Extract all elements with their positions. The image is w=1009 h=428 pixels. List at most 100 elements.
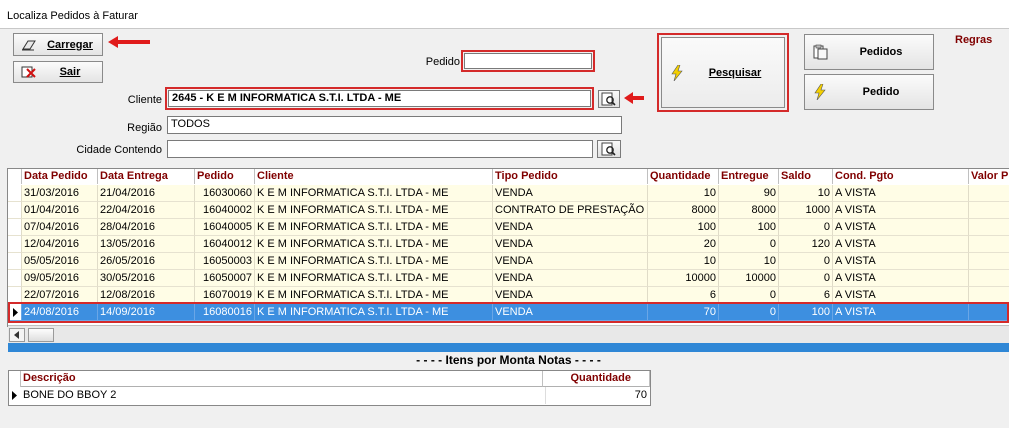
pesquisar-button[interactable]: Pesquisar [661, 37, 785, 108]
cidade-input[interactable] [167, 140, 593, 158]
table-row[interactable]: 31/03/2016 21/04/2016 16030060 K E M INFORM… [8, 185, 1009, 202]
col-valor[interactable]: Valor P [969, 169, 1009, 184]
cell-data-entrega[interactable]: 28/04/2016 [98, 219, 195, 236]
sair-button[interactable]: Sair [13, 61, 103, 83]
cell-pedido[interactable]: 16040002 [195, 202, 255, 219]
col-data-pedido[interactable]: Data Pedido [22, 169, 98, 184]
carregar-button[interactable]: Carregar [13, 33, 103, 56]
cell-cond-pgto[interactable]: A VISTA [833, 270, 969, 287]
cell-quantidade[interactable]: 10000 [648, 270, 719, 287]
cell-tipo-pedido[interactable]: VENDA [493, 287, 648, 304]
item-quantidade-cell[interactable]: 70 [543, 387, 647, 404]
cell-saldo[interactable]: 10 [779, 185, 833, 202]
cell-quantidade[interactable]: 70 [648, 304, 719, 321]
cell-valor[interactable] [969, 185, 1009, 202]
cell-entregue[interactable]: 0 [719, 287, 779, 304]
cell-pedido[interactable]: 16050003 [195, 253, 255, 270]
cell-data-entrega[interactable]: 30/05/2016 [98, 270, 195, 287]
regiao-input[interactable]: TODOS [167, 116, 622, 134]
cell-entregue[interactable]: 8000 [719, 202, 779, 219]
cell-quantidade[interactable]: 6 [648, 287, 719, 304]
cell-data-pedido[interactable]: 12/04/2016 [22, 236, 98, 253]
cell-entregue[interactable]: 90 [719, 185, 779, 202]
cell-cliente[interactable]: K E M INFORMATICA S.T.I. LTDA - ME [255, 304, 493, 321]
cell-data-pedido[interactable]: 09/05/2016 [22, 270, 98, 287]
cell-tipo-pedido[interactable]: VENDA [493, 236, 648, 253]
cell-valor[interactable] [969, 287, 1009, 304]
cell-tipo-pedido[interactable]: VENDA [493, 253, 648, 270]
item-descricao-cell[interactable]: BONE DO BBOY 2 [21, 387, 546, 404]
cell-cliente[interactable]: K E M INFORMATICA S.T.I. LTDA - ME [255, 219, 493, 236]
cell-cond-pgto[interactable]: A VISTA [833, 304, 969, 321]
table-row[interactable]: 12/04/2016 13/05/2016 16040012 K E M INFORM… [8, 236, 1009, 253]
cell-cliente[interactable]: K E M INFORMATICA S.T.I. LTDA - ME [255, 253, 493, 270]
cell-pedido[interactable]: 16080016 [195, 304, 255, 321]
cliente-search-button[interactable] [598, 90, 620, 108]
pedido-button[interactable]: Pedido [804, 74, 934, 110]
cell-cond-pgto[interactable]: A VISTA [833, 287, 969, 304]
pedido-input[interactable] [464, 53, 592, 69]
cidade-search-button[interactable] [597, 140, 621, 158]
cell-pedido[interactable]: 16050007 [195, 270, 255, 287]
scroll-left-button[interactable] [9, 328, 25, 342]
col-tipo-pedido[interactable]: Tipo Pedido [493, 169, 648, 184]
col-item-quantidade[interactable]: Quantidade [543, 371, 650, 387]
pedidos-button[interactable]: Pedidos [804, 34, 934, 70]
cell-data-pedido[interactable]: 22/07/2016 [22, 287, 98, 304]
cell-saldo[interactable]: 0 [779, 270, 833, 287]
cell-data-entrega[interactable]: 21/04/2016 [98, 185, 195, 202]
cell-cond-pgto[interactable]: A VISTA [833, 236, 969, 253]
scroll-thumb[interactable] [28, 328, 54, 342]
cell-data-pedido[interactable]: 01/04/2016 [22, 202, 98, 219]
cell-tipo-pedido[interactable]: VENDA [493, 219, 648, 236]
cell-tipo-pedido[interactable]: VENDA [493, 185, 648, 202]
col-pedido[interactable]: Pedido [195, 169, 255, 184]
cell-cond-pgto[interactable]: A VISTA [833, 219, 969, 236]
cell-cliente[interactable]: K E M INFORMATICA S.T.I. LTDA - ME [255, 236, 493, 253]
cell-cliente[interactable]: K E M INFORMATICA S.T.I. LTDA - ME [255, 287, 493, 304]
cell-pedido[interactable]: 16040012 [195, 236, 255, 253]
cell-data-pedido[interactable]: 07/04/2016 [22, 219, 98, 236]
cell-data-entrega[interactable]: 13/05/2016 [98, 236, 195, 253]
cell-data-entrega[interactable]: 12/08/2016 [98, 287, 195, 304]
cell-tipo-pedido[interactable]: VENDA [493, 304, 648, 321]
cell-quantidade[interactable]: 10 [648, 185, 719, 202]
splitter-bar[interactable] [8, 343, 1009, 352]
col-cond-pgto[interactable]: Cond. Pgto [833, 169, 969, 184]
col-descricao[interactable]: Descrição [21, 371, 543, 387]
cell-saldo[interactable]: 1000 [779, 202, 833, 219]
cell-saldo[interactable]: 6 [779, 287, 833, 304]
col-data-entrega[interactable]: Data Entrega [98, 169, 195, 184]
table-row[interactable]: 22/07/2016 12/08/2016 16070019 K E M INFORM… [8, 287, 1009, 304]
cell-entregue[interactable]: 100 [719, 219, 779, 236]
cell-entregue[interactable]: 0 [719, 304, 779, 321]
cell-valor[interactable] [969, 253, 1009, 270]
col-saldo[interactable]: Saldo [779, 169, 833, 184]
cell-entregue[interactable]: 10 [719, 253, 779, 270]
cell-entregue[interactable]: 0 [719, 236, 779, 253]
table-row[interactable]: 05/05/2016 26/05/2016 16050003 K E M INFORM… [8, 253, 1009, 270]
cell-quantidade[interactable]: 8000 [648, 202, 719, 219]
cell-saldo[interactable]: 100 [779, 304, 833, 321]
regras-link[interactable]: Regras [955, 34, 992, 46]
cell-valor[interactable] [969, 236, 1009, 253]
cell-quantidade[interactable]: 100 [648, 219, 719, 236]
table-row[interactable]: 07/04/2016 28/04/2016 16040005 K E M INFORM… [8, 219, 1009, 236]
cell-cond-pgto[interactable]: A VISTA [833, 202, 969, 219]
cell-pedido[interactable]: 16030060 [195, 185, 255, 202]
cell-valor[interactable] [969, 304, 1009, 321]
cell-entregue[interactable]: 10000 [719, 270, 779, 287]
table-row[interactable]: 09/05/2016 30/05/2016 16050007 K E M INFORM… [8, 270, 1009, 287]
cell-pedido[interactable]: 16070019 [195, 287, 255, 304]
cell-valor[interactable] [969, 202, 1009, 219]
cell-valor[interactable] [969, 219, 1009, 236]
col-quantidade[interactable]: Quantidade [648, 169, 719, 184]
cell-cond-pgto[interactable]: A VISTA [833, 185, 969, 202]
cell-cliente[interactable]: K E M INFORMATICA S.T.I. LTDA - ME [255, 185, 493, 202]
orders-hscrollbar[interactable] [8, 325, 1009, 343]
col-entregue[interactable]: Entregue [719, 169, 779, 184]
cell-tipo-pedido[interactable]: VENDA [493, 270, 648, 287]
cell-saldo[interactable]: 120 [779, 236, 833, 253]
cliente-input[interactable]: 2645 - K E M INFORMATICA S.T.I. LTDA - M… [168, 90, 591, 107]
cell-data-entrega[interactable]: 22/04/2016 [98, 202, 195, 219]
